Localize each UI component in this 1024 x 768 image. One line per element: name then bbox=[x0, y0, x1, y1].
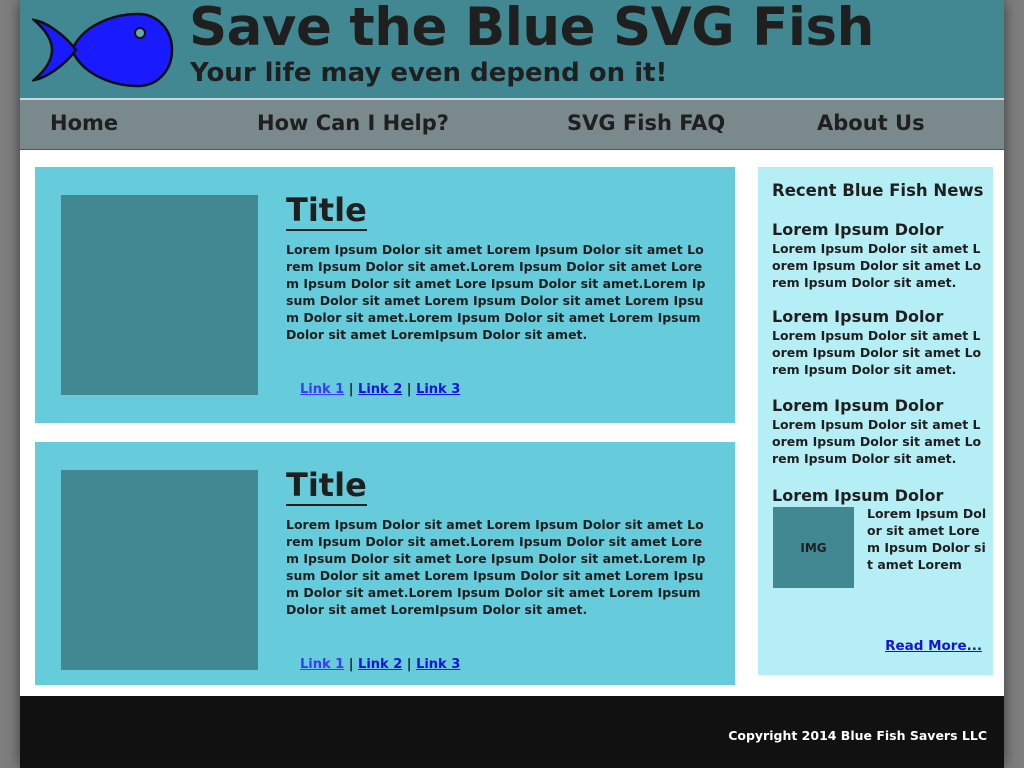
main-nav: Home How Can I Help? SVG Fish FAQ About … bbox=[20, 98, 1004, 150]
article-card: Title Lorem Ipsum Dolor sit amet Lorem I… bbox=[35, 442, 735, 685]
article-title: Title bbox=[286, 191, 367, 231]
article-thumbnail bbox=[61, 195, 258, 395]
article-title: Title bbox=[286, 466, 367, 506]
nav-item-how-can-i-help[interactable]: How Can I Help? bbox=[257, 111, 449, 135]
article-link-3[interactable]: Link 3 bbox=[416, 657, 460, 672]
news-title: Lorem Ipsum Dolor bbox=[772, 220, 944, 239]
site-title: Save the Blue SVG Fish bbox=[189, 0, 874, 58]
article-body: Lorem Ipsum Dolor sit amet Lorem Ipsum D… bbox=[286, 242, 706, 342]
news-image-placeholder: IMG bbox=[773, 507, 854, 588]
news-text: Lorem Ipsum Dolor sit amet Lorem Ipsum D… bbox=[867, 506, 987, 572]
site-footer: Copyright 2014 Blue Fish Savers LLC bbox=[20, 696, 1004, 768]
news-text: Lorem Ipsum Dolor sit amet Lorem Ipsum D… bbox=[772, 241, 982, 290]
read-more-link[interactable]: Read More... bbox=[885, 638, 982, 654]
article-link-2[interactable]: Link 2 bbox=[358, 657, 402, 672]
link-separator: | bbox=[348, 657, 354, 672]
site-header: Save the Blue SVG Fish Your life may eve… bbox=[20, 0, 1004, 98]
site-tagline: Your life may even depend on it! bbox=[190, 58, 668, 88]
article-links: Link 1 | Link 2 | Link 3 bbox=[300, 382, 460, 397]
article-link-3[interactable]: Link 3 bbox=[416, 382, 460, 397]
article-link-1[interactable]: Link 1 bbox=[300, 657, 344, 672]
nav-item-about-us[interactable]: About Us bbox=[817, 111, 925, 135]
news-title: Lorem Ipsum Dolor bbox=[772, 307, 944, 326]
article-thumbnail bbox=[61, 470, 258, 670]
news-item: Lorem Ipsum Dolor Lorem Ipsum Dolor sit … bbox=[772, 307, 987, 378]
news-sidebar: Recent Blue Fish News Lorem Ipsum Dolor … bbox=[758, 167, 993, 675]
link-separator: | bbox=[406, 657, 412, 672]
news-title: Lorem Ipsum Dolor bbox=[772, 486, 944, 505]
sidebar-heading: Recent Blue Fish News bbox=[772, 181, 984, 200]
news-item: Lorem Ipsum Dolor Lorem Ipsum Dolor sit … bbox=[772, 220, 987, 291]
nav-item-home[interactable]: Home bbox=[50, 111, 118, 135]
article-links: Link 1 | Link 2 | Link 3 bbox=[300, 657, 460, 672]
img-label: IMG bbox=[800, 540, 827, 555]
article-link-1[interactable]: Link 1 bbox=[300, 382, 344, 397]
news-text: Lorem Ipsum Dolor sit amet Lorem Ipsum D… bbox=[772, 328, 982, 377]
news-title: Lorem Ipsum Dolor bbox=[772, 396, 944, 415]
blue-fish-icon[interactable] bbox=[32, 8, 174, 92]
article-link-2[interactable]: Link 2 bbox=[358, 382, 402, 397]
link-separator: | bbox=[348, 382, 354, 397]
news-item: Lorem Ipsum Dolor bbox=[772, 486, 987, 505]
article-card: Title Lorem Ipsum Dolor sit amet Lorem I… bbox=[35, 167, 735, 423]
news-item: Lorem Ipsum Dolor Lorem Ipsum Dolor sit … bbox=[772, 396, 987, 467]
article-body: Lorem Ipsum Dolor sit amet Lorem Ipsum D… bbox=[286, 517, 706, 617]
page: Save the Blue SVG Fish Your life may eve… bbox=[20, 0, 1004, 768]
nav-item-svg-fish-faq[interactable]: SVG Fish FAQ bbox=[567, 111, 725, 135]
link-separator: | bbox=[406, 382, 412, 397]
copyright-text: Copyright 2014 Blue Fish Savers LLC bbox=[728, 728, 987, 743]
news-text: Lorem Ipsum Dolor sit amet Lorem Ipsum D… bbox=[772, 417, 982, 466]
